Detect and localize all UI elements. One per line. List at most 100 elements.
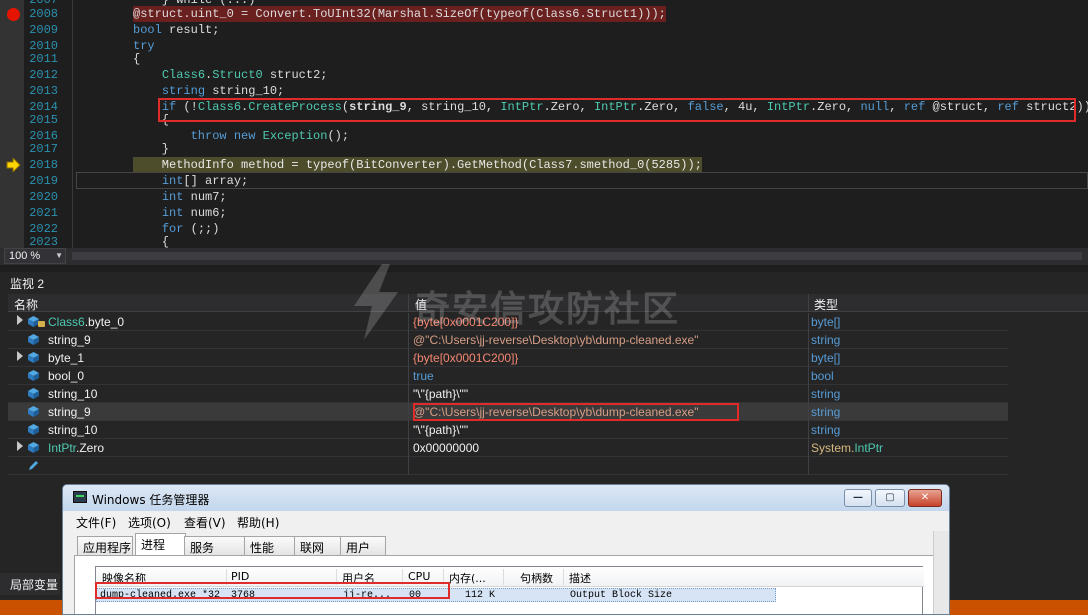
highlight-box-process — [95, 582, 450, 599]
code-line[interactable]: 2017 } — [0, 141, 1088, 157]
menu-help[interactable]: 帮助(H) — [237, 514, 279, 531]
chevron-down-icon: ▼ — [55, 251, 63, 260]
column-divider — [408, 421, 409, 439]
menu-bar: 文件(F) 选项(O) 查看(V) 帮助(H) — [63, 511, 949, 531]
watch-row[interactable]: string_9 @"C:\Users\jj-reverse\Desktop\y… — [8, 331, 1008, 349]
line-number: 2023 — [29, 235, 58, 248]
code-line[interactable]: 2012 Class6.Struct0 struct2; — [0, 67, 1088, 83]
field-icon — [28, 442, 39, 453]
watch-value[interactable]: "\"{path}\"" — [413, 423, 468, 437]
zoom-value: 100 % — [9, 250, 41, 262]
tab-services[interactable]: 服务 — [184, 536, 246, 555]
watch-row[interactable]: string_10 "\"{path}\"" string — [8, 421, 1008, 439]
column-divider[interactable] — [808, 294, 809, 312]
watch-name: string_10 — [48, 423, 98, 437]
menu-options[interactable]: 选项(O) — [128, 514, 171, 531]
expand-arrow-icon[interactable] — [17, 441, 23, 451]
code-editor[interactable]: 2007 } while (...) 2008 @struct.uint_0 =… — [0, 0, 1088, 248]
field-icon — [28, 406, 39, 417]
vertical-scrollbar[interactable] — [933, 531, 949, 614]
column-divider — [808, 403, 809, 421]
column-divider — [408, 385, 409, 403]
code-text: } — [133, 142, 170, 156]
line-number: 2021 — [29, 206, 58, 220]
tab-applications[interactable]: 应用程序 — [77, 536, 133, 555]
menu-file[interactable]: 文件(F) — [76, 514, 116, 531]
line-number: 2020 — [29, 190, 58, 204]
line-number: 2013 — [29, 84, 58, 98]
add-watch-row[interactable] — [8, 457, 1008, 475]
code-line[interactable]: 2009 bool result; — [0, 22, 1088, 38]
code-text: { — [133, 235, 170, 248]
watch-type: string — [811, 333, 841, 347]
column-header-type[interactable]: 类型 — [814, 296, 838, 313]
task-manager-window[interactable]: Windows 任务管理器 — ▢ ✕ 文件(F) 选项(O) 查看(V) 帮助… — [62, 484, 950, 615]
field-icon — [28, 424, 39, 435]
code-line-breakpoint[interactable]: 2008 @struct.uint_0 = Convert.ToUInt32(M… — [0, 6, 1088, 22]
column-divider[interactable] — [408, 294, 409, 312]
watch-row[interactable]: Class6.byte_0 {byte[0x0001C200]} byte[] — [8, 313, 1008, 331]
watch-row-selected[interactable]: string_9 @"C:\Users\jj-reverse\Desktop\y… — [8, 403, 1008, 421]
minimize-button[interactable]: — — [844, 489, 872, 507]
watch-value[interactable]: 0x00000000 — [413, 441, 479, 455]
tab-networking[interactable]: 联网 — [294, 536, 342, 555]
column-handles[interactable]: 句柄数 — [520, 570, 553, 586]
expand-arrow-icon[interactable] — [17, 315, 23, 325]
code-line[interactable]: 2019 int[] array; — [0, 173, 1088, 189]
code-line[interactable]: 2020 int num7; — [0, 189, 1088, 205]
highlight-box-createprocess — [158, 98, 1076, 122]
watch-value[interactable]: {byte[0x0001C200]} — [413, 315, 518, 329]
code-text: Class6.Struct0 struct2; — [161, 68, 328, 82]
code-line-current[interactable]: 2018 MethodInfo method = typeof(BitConve… — [0, 157, 1088, 173]
maximize-button[interactable]: ▢ — [875, 489, 905, 507]
field-icon — [28, 388, 39, 399]
pencil-icon — [29, 461, 38, 470]
column-header-name[interactable]: 名称 — [14, 296, 38, 313]
column-description[interactable]: 描述 — [569, 570, 591, 586]
close-button[interactable]: ✕ — [908, 489, 942, 507]
watch-value[interactable]: true — [413, 369, 434, 383]
watch-row[interactable]: string_10 "\"{path}\"" string — [8, 385, 1008, 403]
watch-row[interactable]: bool_0 true bool — [8, 367, 1008, 385]
menu-view[interactable]: 查看(V) — [184, 514, 226, 531]
column-divider[interactable] — [503, 569, 504, 585]
zoom-dropdown[interactable]: 100 % ▼ — [4, 248, 66, 264]
watch-row[interactable]: IntPtr.Zero 0x00000000 System.IntPtr — [8, 439, 1008, 457]
code-text: int num6; — [161, 206, 227, 220]
editor-status-bar: 100 % ▼ — [0, 248, 1088, 265]
watch-value[interactable]: {byte[0x0001C200]} — [413, 351, 518, 365]
code-line[interactable]: 2013 string string_10; — [0, 83, 1088, 99]
column-divider — [408, 439, 409, 457]
code-line[interactable]: 2011 { — [0, 51, 1088, 67]
watch-type: byte[] — [811, 315, 841, 329]
breakpoint-icon[interactable] — [7, 8, 20, 21]
tab-locals[interactable]: 局部变量 — [0, 573, 60, 595]
watch-type: System.IntPtr — [811, 441, 884, 455]
tab-processes[interactable]: 进程 — [135, 533, 186, 556]
column-divider — [808, 421, 809, 439]
field-icon — [28, 370, 39, 381]
column-header-value[interactable]: 值 — [415, 296, 427, 313]
window-title: Windows 任务管理器 — [92, 493, 210, 507]
title-bar[interactable]: Windows 任务管理器 — ▢ ✕ — [63, 485, 949, 511]
watch-row[interactable]: byte_1 {byte[0x0001C200]} byte[] — [8, 349, 1008, 367]
column-divider — [408, 457, 409, 475]
window-body: 应用程序 进程 服务 性能 联网 用户 映像名称 PID 用户名 CPU 内存(… — [63, 531, 949, 614]
watch-value[interactable]: @"C:\Users\jj-reverse\Desktop\yb\dump-cl… — [413, 333, 698, 347]
column-memory[interactable]: 内存(... — [449, 570, 486, 586]
line-number: 2015 — [29, 113, 58, 127]
column-divider — [408, 403, 409, 421]
watch-value[interactable]: "\"{path}\"" — [413, 387, 468, 401]
code-line[interactable]: 2023 { — [0, 234, 1088, 248]
column-divider[interactable] — [563, 569, 564, 585]
horizontal-scrollbar[interactable] — [72, 252, 1082, 260]
process-memory: 112 K — [465, 590, 496, 601]
code-line[interactable]: 2021 int num6; — [0, 205, 1088, 221]
expand-arrow-icon[interactable] — [17, 351, 23, 361]
column-divider — [808, 349, 809, 367]
tab-performance[interactable]: 性能 — [244, 536, 296, 555]
tab-users[interactable]: 用户 — [340, 536, 386, 555]
code-text: string string_10; — [161, 84, 285, 98]
code-text: @struct.uint_0 = Convert.ToUInt32(Marsha… — [133, 6, 666, 22]
execution-arrow-icon — [6, 158, 21, 172]
